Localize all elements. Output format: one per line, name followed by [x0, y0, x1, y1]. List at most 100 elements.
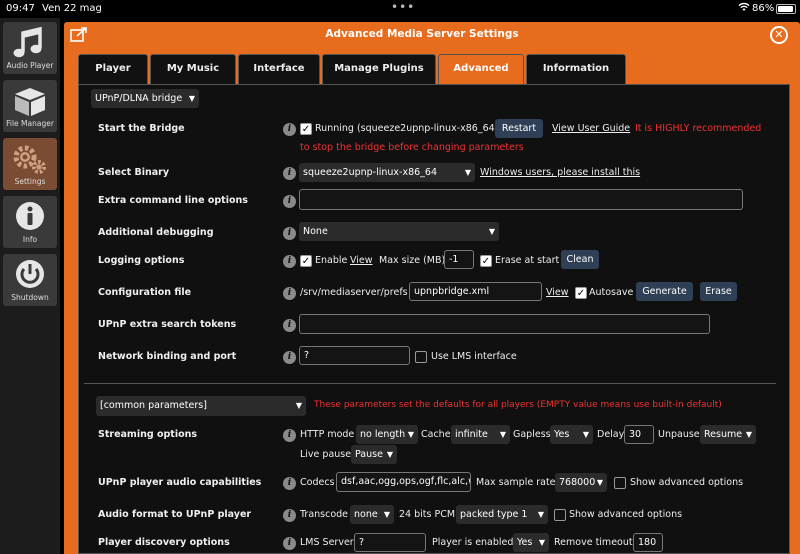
sidebar-item-audio-player[interactable]: Audio Player: [3, 22, 57, 74]
config-path: /srv/mediaserver/prefs: [300, 287, 408, 298]
transcode-label: Transcode: [300, 509, 349, 520]
chevron-down-icon: ▼: [537, 510, 544, 519]
max-size-input[interactable]: -1: [444, 250, 474, 269]
remove-timeout-label: Remove timeout: [554, 537, 633, 548]
audio-format-label: Audio format to UPnP player: [98, 509, 252, 520]
info-icon[interactable]: i: [283, 195, 296, 208]
close-icon[interactable]: ✕: [770, 26, 788, 44]
network-binding-label: Network binding and port: [98, 351, 237, 362]
max-rate-select[interactable]: 768000 ▼: [555, 473, 607, 492]
player-enabled-value: Yes: [517, 537, 533, 548]
section-select-value: UPnP/DLNA bridge: [95, 93, 183, 104]
multitask-dots-icon[interactable]: •••: [391, 0, 415, 14]
sidebar-item-shutdown[interactable]: Shutdown: [3, 254, 57, 306]
sidebar-item-info[interactable]: Info: [3, 196, 57, 248]
show-advanced-caps-checkbox[interactable]: [614, 477, 626, 489]
debugging-label: Additional debugging: [98, 227, 214, 238]
delay-input[interactable]: 30: [624, 425, 654, 444]
tab-player[interactable]: Player: [78, 54, 148, 84]
sidebar-item-label: Settings: [14, 177, 46, 186]
info-icon[interactable]: i: [283, 429, 296, 442]
unpause-label: Unpause: [658, 429, 700, 440]
extra-cmd-label: Extra command line options: [98, 195, 248, 206]
info-icon[interactable]: i: [283, 227, 296, 240]
autosave-checkbox[interactable]: ✓: [575, 287, 587, 299]
info-icon[interactable]: i: [283, 287, 296, 300]
gapless-label: Gapless: [513, 429, 551, 440]
unpause-select[interactable]: Resume ▼: [700, 425, 756, 444]
bridge-warning-line2: to stop the bridge before changing param…: [300, 142, 524, 153]
windows-install-link[interactable]: Windows users, please install this: [480, 167, 640, 178]
info-icon[interactable]: i: [283, 351, 296, 364]
transcode-select[interactable]: none ▼: [350, 505, 394, 524]
tab-advanced[interactable]: Advanced: [438, 54, 524, 84]
logging-view-link[interactable]: View: [350, 255, 373, 266]
info-icon: [16, 202, 44, 230]
codecs-label: Codecs: [300, 477, 335, 488]
live-pause-select[interactable]: Pause ▼: [351, 445, 397, 464]
remove-timeout-input[interactable]: 180: [633, 533, 663, 552]
gapless-select[interactable]: Yes ▼: [550, 425, 593, 444]
generate-button[interactable]: Generate: [636, 282, 693, 301]
debugging-select-value: None: [303, 226, 328, 237]
chevron-down-icon: ▼: [386, 450, 393, 459]
bridge-status: Running (squeeze2upnp-linux-x86_64): [315, 123, 499, 134]
live-pause-value: Pause: [355, 449, 383, 460]
tab-my-music[interactable]: My Music: [150, 54, 236, 84]
logging-enable-checkbox[interactable]: ✓: [300, 255, 312, 267]
debugging-select[interactable]: None ▼: [299, 222, 499, 241]
bridge-running-checkbox[interactable]: ✓: [300, 123, 312, 135]
pcm24-select[interactable]: packed type 1 ▼: [456, 505, 548, 524]
max-rate-value: 768000: [559, 477, 596, 488]
section-select[interactable]: UPnP/DLNA bridge ▼: [91, 89, 199, 108]
cache-value: infinite: [455, 429, 488, 440]
sidebar-item-file-manager[interactable]: File Manager: [3, 80, 57, 132]
info-icon[interactable]: i: [283, 509, 296, 522]
restart-button[interactable]: Restart: [495, 119, 543, 138]
pcm24-label: 24 bits PCM: [399, 509, 456, 520]
unpause-value: Resume: [704, 429, 743, 440]
music-note-icon: [13, 26, 42, 58]
info-icon[interactable]: i: [283, 123, 296, 136]
chevron-down-icon: ▼: [582, 430, 589, 439]
sidebar-item-settings[interactable]: Settings: [3, 138, 57, 190]
show-advanced-format-checkbox[interactable]: [554, 509, 566, 521]
network-binding-input[interactable]: ?: [299, 346, 410, 365]
chevron-down-icon: ▼: [295, 401, 302, 410]
info-icon[interactable]: i: [283, 319, 296, 332]
player-select[interactable]: [common parameters] ▼: [96, 396, 306, 416]
power-icon: [16, 260, 44, 288]
user-guide-link[interactable]: View User Guide: [552, 123, 630, 134]
config-view-link[interactable]: View: [546, 287, 569, 298]
tab-interface[interactable]: Interface: [238, 54, 320, 84]
max-size-label: Max size (MB): [379, 255, 446, 266]
info-icon[interactable]: i: [283, 537, 296, 550]
dialog-title: Advanced Media Server Settings: [325, 28, 519, 40]
chevron-down-icon: ▼: [383, 510, 390, 519]
config-file-label: Configuration file: [98, 287, 192, 298]
binary-select[interactable]: squeeze2upnp-linux-x86_64 ▼: [299, 163, 475, 182]
player-enabled-select[interactable]: Yes ▼: [513, 533, 549, 552]
config-file-input[interactable]: upnpbridge.xml: [409, 282, 542, 301]
search-tokens-label: UPnP extra search tokens: [98, 319, 237, 330]
use-lms-interface-checkbox[interactable]: [415, 351, 427, 363]
lms-server-label: LMS Server: [300, 537, 354, 548]
search-tokens-input[interactable]: [299, 314, 710, 334]
tab-manage-plugins[interactable]: Manage Plugins: [322, 54, 436, 84]
extra-cmd-input[interactable]: [299, 189, 743, 210]
tab-information[interactable]: Information: [526, 54, 626, 84]
erase-at-start-checkbox[interactable]: ✓: [480, 255, 492, 267]
lms-server-input[interactable]: ?: [354, 533, 426, 552]
info-icon[interactable]: i: [283, 167, 296, 180]
cache-select[interactable]: infinite ▼: [451, 425, 510, 444]
sidebar-item-label: File Manager: [6, 119, 54, 128]
erase-button[interactable]: Erase: [700, 282, 737, 301]
codecs-input[interactable]: dsf,aac,ogg,ops,ogf,flc,alc,w: [336, 472, 471, 492]
discovery-label: Player discovery options: [98, 537, 230, 548]
http-mode-select[interactable]: no length ▼: [356, 425, 418, 444]
show-advanced-caps-label: Show advanced options: [630, 477, 744, 488]
info-icon[interactable]: i: [283, 477, 296, 490]
gears-icon: [13, 145, 46, 174]
clean-button[interactable]: Clean: [561, 250, 599, 269]
info-icon[interactable]: i: [283, 255, 296, 268]
